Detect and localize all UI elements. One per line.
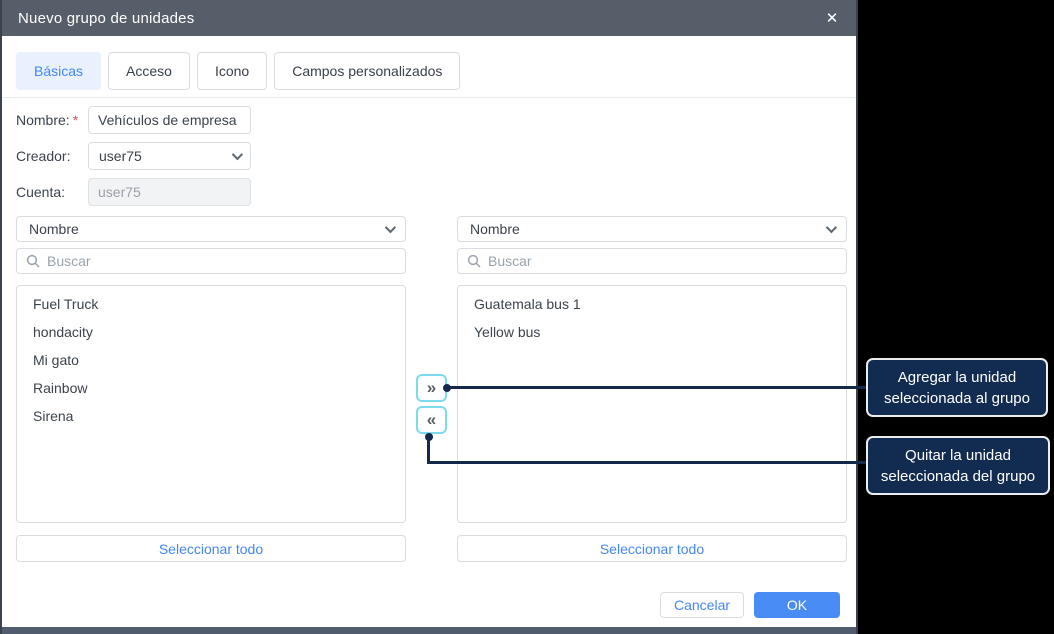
available-units-list: Fuel Truck hondacity Mi gato Rainbow Sirena bbox=[16, 285, 406, 523]
dialog-titlebar: Nuevo grupo de unidades ✕ bbox=[2, 0, 856, 36]
right-search-box bbox=[457, 248, 847, 274]
search-icon bbox=[26, 254, 40, 268]
left-search-box bbox=[16, 248, 406, 274]
callout-dot-remove bbox=[425, 433, 433, 441]
right-select-all-button[interactable]: Seleccionar todo bbox=[457, 535, 847, 562]
left-filter-value: Nombre bbox=[29, 221, 79, 237]
name-input[interactable] bbox=[88, 106, 251, 134]
ok-button[interactable]: OK bbox=[754, 592, 840, 618]
unit-item[interactable]: hondacity bbox=[17, 318, 405, 346]
callout-dot-add bbox=[443, 384, 451, 392]
account-label: Cuenta: bbox=[16, 184, 66, 200]
creator-label: Creador: bbox=[16, 148, 71, 164]
group-units-list: Guatemala bus 1 Yellow bus bbox=[457, 285, 847, 523]
unit-item[interactable]: Rainbow bbox=[17, 374, 405, 402]
unit-item[interactable]: Sirena bbox=[17, 402, 405, 430]
annotation-add-unit: Agregar la unidad seleccionada al grupo bbox=[866, 358, 1048, 417]
annotation-remove-unit: Quitar la unidad seleccionada del grupo bbox=[866, 436, 1050, 495]
tabs-divider bbox=[2, 97, 856, 98]
left-select-all-button[interactable]: Seleccionar todo bbox=[16, 535, 406, 562]
chevron-down-icon bbox=[384, 221, 397, 234]
right-search-input[interactable] bbox=[488, 253, 837, 269]
chevron-down-icon bbox=[231, 148, 244, 161]
remove-from-group-button[interactable]: « bbox=[416, 406, 447, 434]
screen: Nuevo grupo de unidades ✕ Básicas Acceso… bbox=[0, 0, 1054, 634]
close-icon[interactable]: ✕ bbox=[820, 0, 844, 36]
dialog-bottom-edge bbox=[2, 627, 856, 634]
callout-elbow-remove bbox=[427, 437, 430, 464]
tab-acceso[interactable]: Acceso bbox=[108, 52, 190, 90]
dialog-title: Nuevo grupo de unidades bbox=[18, 9, 195, 27]
new-unit-group-dialog: Nuevo grupo de unidades ✕ Básicas Acceso… bbox=[0, 0, 858, 634]
creator-select-value: user75 bbox=[99, 148, 142, 164]
cancel-button[interactable]: Cancelar bbox=[660, 592, 744, 618]
callout-line-add bbox=[447, 386, 868, 389]
chevron-down-icon bbox=[825, 221, 838, 234]
unit-item[interactable]: Mi gato bbox=[17, 346, 405, 374]
unit-item[interactable]: Fuel Truck bbox=[17, 290, 405, 318]
tab-bar: Básicas Acceso Icono Campos personalizad… bbox=[16, 52, 461, 90]
account-input bbox=[88, 178, 251, 206]
tab-campos-personalizados[interactable]: Campos personalizados bbox=[274, 52, 461, 90]
required-asterisk: * bbox=[72, 112, 79, 128]
right-filter-value: Nombre bbox=[470, 221, 520, 237]
left-search-input[interactable] bbox=[47, 253, 396, 269]
callout-line-remove bbox=[427, 461, 868, 464]
unit-item[interactable]: Guatemala bus 1 bbox=[458, 290, 846, 318]
tab-icono[interactable]: Icono bbox=[196, 52, 268, 90]
tab-basicas[interactable]: Básicas bbox=[16, 52, 102, 90]
unit-item[interactable]: Yellow bus bbox=[458, 318, 846, 346]
left-filter-select[interactable]: Nombre bbox=[16, 216, 406, 242]
search-icon bbox=[467, 254, 481, 268]
right-filter-select[interactable]: Nombre bbox=[457, 216, 847, 242]
name-label: Nombre: * bbox=[16, 112, 79, 128]
creator-select[interactable]: user75 bbox=[88, 142, 251, 170]
